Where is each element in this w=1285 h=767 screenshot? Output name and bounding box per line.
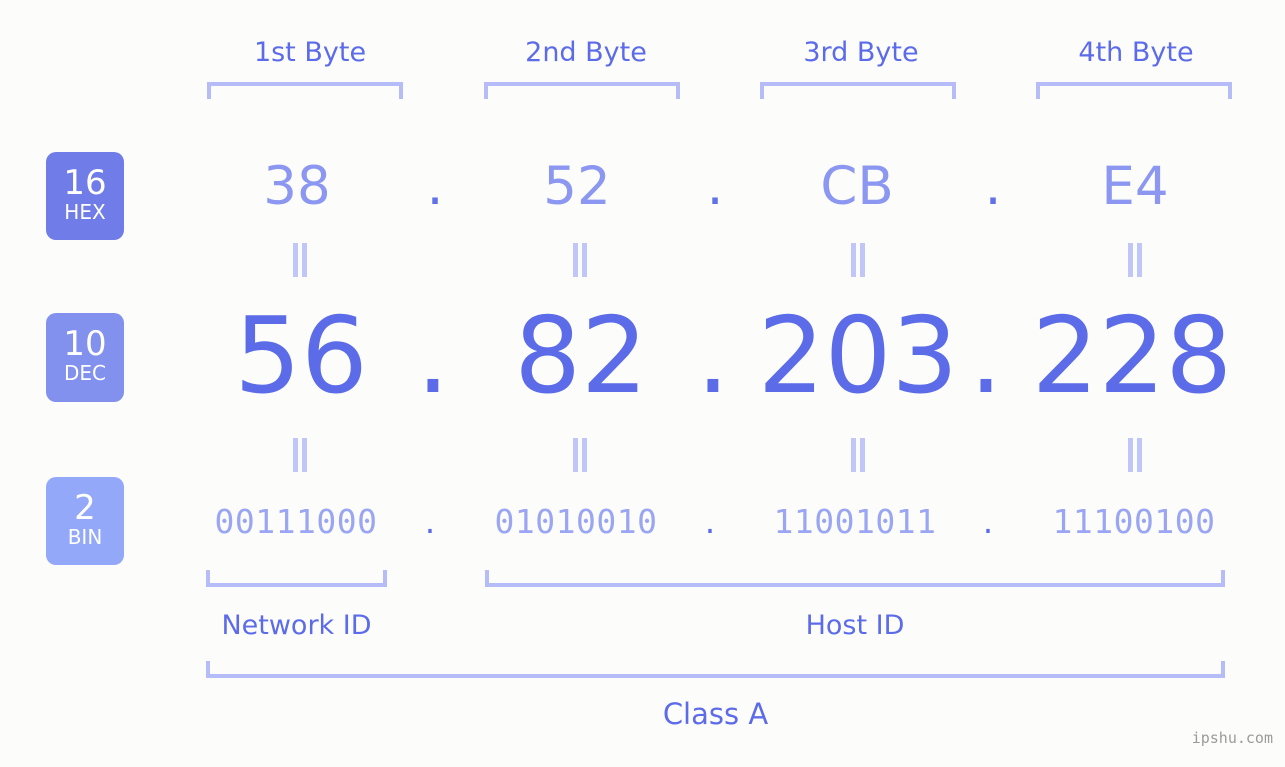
network-id-bracket [206, 570, 387, 587]
byte-header-1: 1st Byte [253, 37, 367, 68]
hex-byte-2: 52 [543, 156, 611, 217]
equals-mark-hex-dec-1 [287, 243, 313, 277]
equals-mark-hex-dec-2 [567, 243, 593, 277]
bin-byte-1: 00111000 [214, 502, 378, 541]
hex-separator-1: . [426, 156, 444, 217]
ip-address-breakdown-diagram: 1st Byte 2nd Byte 3rd Byte 4th Byte 16 H… [0, 0, 1285, 767]
dec-byte-1: 56 [234, 295, 368, 417]
equals-mark-hex-dec-3 [845, 243, 871, 277]
hex-separator-3: . [984, 156, 1002, 217]
hex-value-row: 38 . 52 . CB . E4 [0, 146, 1285, 228]
equals-mark-dec-bin-2 [567, 438, 593, 472]
bin-separator-2: . [704, 502, 716, 541]
hex-byte-4: E4 [1101, 156, 1169, 217]
dec-byte-3: 203 [757, 295, 959, 417]
byte-bracket-1 [207, 82, 403, 99]
bin-byte-4: 11100100 [1052, 502, 1216, 541]
bin-separator-3: . [982, 502, 994, 541]
host-id-bracket [485, 570, 1225, 587]
dec-byte-4: 228 [1031, 295, 1233, 417]
dec-value-row: 56 . 82 . 203 . 228 [0, 295, 1285, 417]
class-bracket [206, 661, 1225, 678]
equals-mark-dec-bin-4 [1122, 438, 1148, 472]
byte-header-3: 3rd Byte [803, 37, 919, 68]
class-label: Class A [662, 697, 769, 731]
byte-bracket-2 [484, 82, 680, 99]
dec-separator-1: . [416, 295, 450, 417]
equals-mark-dec-bin-3 [845, 438, 871, 472]
byte-header-4: 4th Byte [1078, 37, 1194, 68]
hex-separator-2: . [706, 156, 724, 217]
equals-mark-dec-bin-1 [287, 438, 313, 472]
dec-separator-2: . [696, 295, 730, 417]
dec-separator-3: . [969, 295, 1003, 417]
hex-byte-3: CB [820, 156, 894, 217]
site-watermark: ipshu.com [1191, 729, 1273, 747]
byte-bracket-3 [760, 82, 956, 99]
dec-byte-2: 82 [514, 295, 648, 417]
equals-mark-hex-dec-4 [1122, 243, 1148, 277]
bin-value-row: 00111000 . 01010010 . 11001011 . 1110010… [0, 492, 1285, 552]
hex-byte-1: 38 [263, 156, 331, 217]
network-id-label: Network ID [221, 610, 372, 641]
bin-separator-1: . [424, 502, 436, 541]
bin-byte-2: 01010010 [494, 502, 658, 541]
byte-header-2: 2nd Byte [525, 37, 647, 68]
bin-byte-3: 11001011 [773, 502, 937, 541]
byte-bracket-4 [1036, 82, 1232, 99]
host-id-label: Host ID [805, 610, 905, 641]
